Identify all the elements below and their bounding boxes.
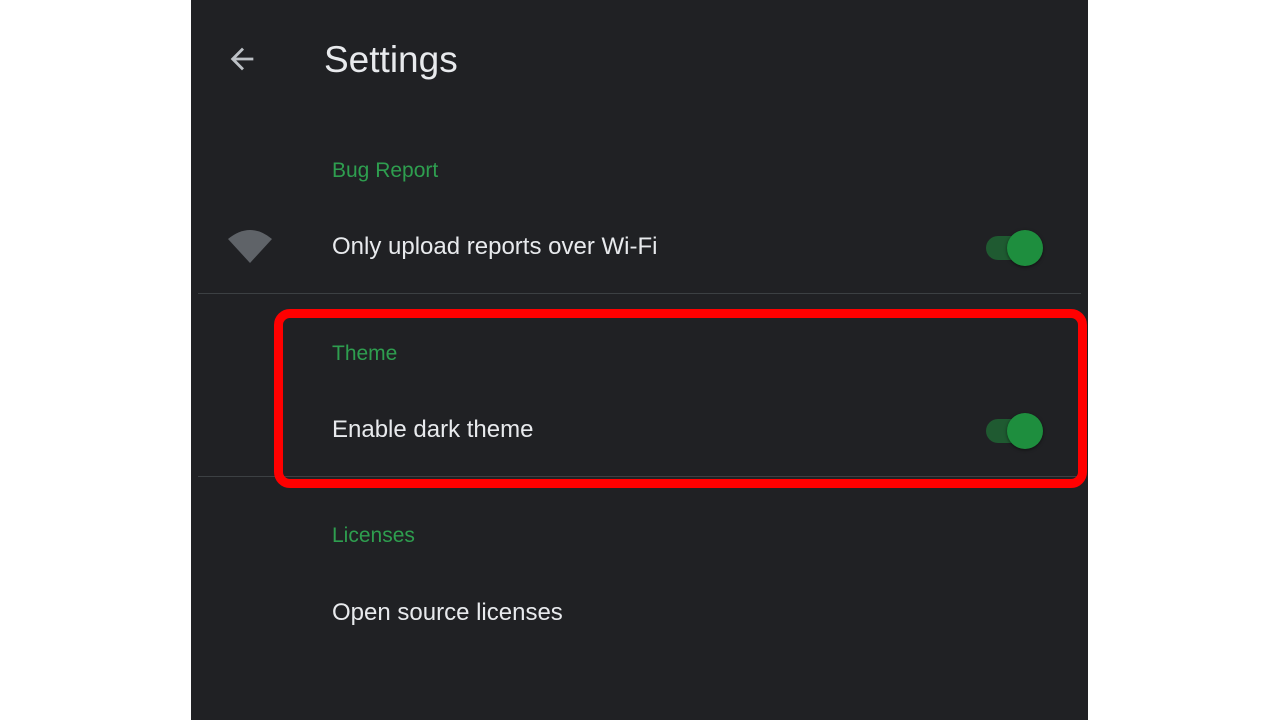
pref-label: Only upload reports over Wi-Fi [332,233,658,260]
section-title-theme: Theme [332,342,398,365]
wifi-icon [228,230,272,263]
wifi-only-toggle[interactable] [983,229,1047,267]
section-title-bug-report: Bug Report [332,159,439,182]
page-title: Settings [324,39,458,80]
pref-label: Open source licenses [332,599,563,626]
divider [198,476,1081,477]
back-button[interactable] [219,36,265,82]
switch-thumb [1007,230,1043,266]
dark-theme-toggle[interactable] [983,412,1047,450]
settings-screen: Settings Bug Report Only upload reports … [191,0,1088,720]
pref-wifi-only-upload[interactable]: Only upload reports over Wi-Fi [191,211,1088,283]
pref-label: Enable dark theme [332,416,534,443]
divider [198,293,1081,294]
switch-thumb [1007,413,1043,449]
pref-dark-theme[interactable]: Enable dark theme [191,394,1088,466]
pref-open-source-licenses[interactable]: Open source licenses [191,577,1088,649]
arrow-back-icon [230,47,254,71]
section-title-licenses: Licenses [332,524,415,547]
